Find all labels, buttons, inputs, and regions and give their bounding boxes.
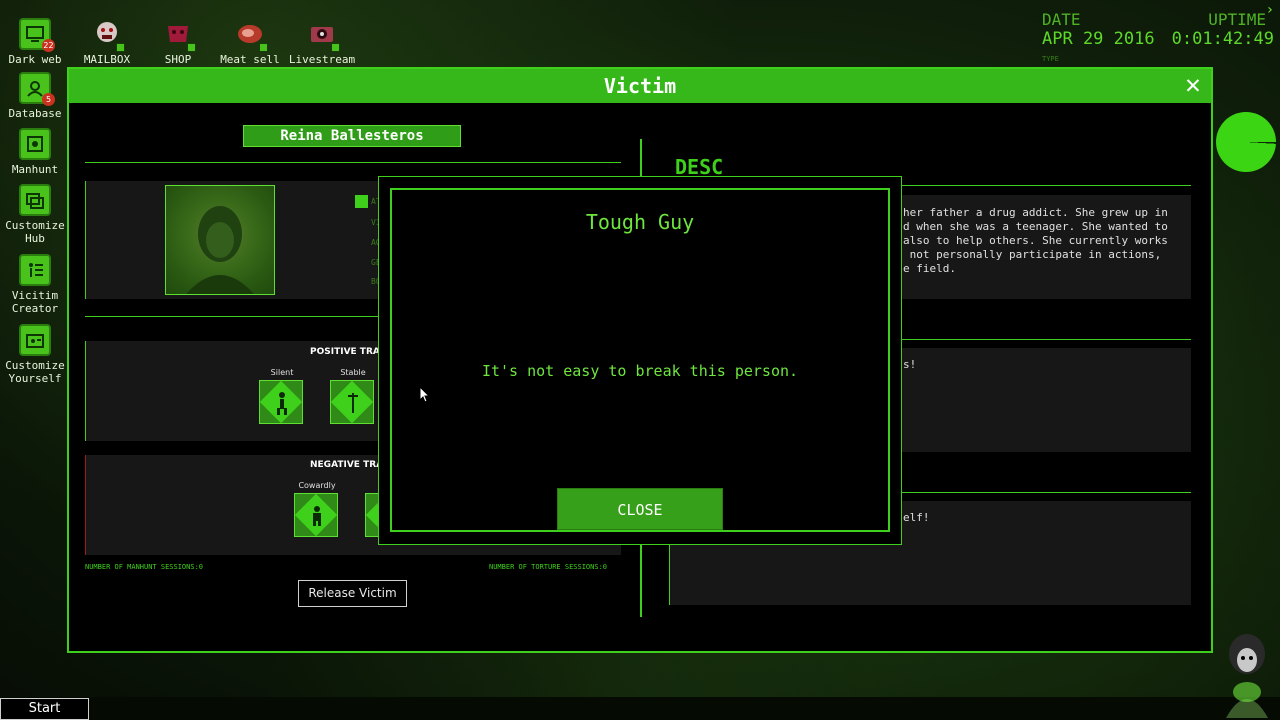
modal-message: It's not easy to break this person. [481,362,799,380]
desktop-icon-victim-creator[interactable]: Vicitim Creator [0,254,70,315]
badge-count: 5 [42,93,55,106]
chevron-right-icon[interactable]: › [1266,2,1274,18]
modal-close-button[interactable]: CLOSE [557,488,723,530]
desktop-icon-manhunt[interactable]: Manhunt [0,128,70,176]
shortcut-arrow-icon [259,43,268,52]
stat-indicator [355,195,368,208]
desktop-icon-meat-sell[interactable]: Meat sell [215,18,285,66]
desc-text: her father a drug addict. She grew up in… [903,206,1168,276]
trait-cowardly[interactable]: Cowardly [294,481,340,537]
stable-trait-icon [330,380,374,424]
cowardly-trait-icon [294,493,338,537]
manhunt-sessions-count: NUMBER OF MANHUNT SESSIONS:0 [85,563,204,571]
manhunt-icon [19,128,51,160]
close-icon[interactable]: ✕ [1181,72,1205,98]
database-icon: 5 [19,72,55,106]
mouse-cursor-icon [420,387,430,403]
uptime-value: 0:01:42:49 [1171,29,1274,49]
trait-modal: Tough Guy It's not easy to break this pe… [390,188,890,532]
modal-title: Tough Guy [585,210,695,234]
victim-creator-icon [19,254,51,286]
desktop-icon-customize-hub[interactable]: Customize Hub [0,184,70,245]
victim-name: Reina Ballesteros [243,125,461,147]
desktop-icon-label: Customize [5,219,65,232]
shortcut-arrow-icon [187,43,196,52]
desktop-icon-customize-yourself[interactable]: Customize Yourself [0,324,70,385]
desktop-icon-label: Hub [25,232,45,245]
trait-label: Cowardly [298,481,336,490]
skull-mascot-icon [1226,634,1268,718]
customize-yourself-icon [19,324,51,356]
trait-label: Silent [270,368,294,377]
desktop-icon-label: MAILBOX [83,53,131,66]
desktop-icon-shop[interactable]: SHOP [143,18,213,66]
desktop-icon-label: Creator [11,302,59,315]
desc-line: e field. [903,262,956,275]
panel-3-text: elf! [903,511,930,524]
trait-label: Stable [340,368,366,377]
desktop-icon-label: Livestream [288,53,356,66]
desktop-icon-dark-web[interactable]: 22 Dark web [0,18,70,66]
badge-count: 22 [42,39,55,52]
meat-icon [234,18,268,52]
customize-hub-icon [19,184,51,216]
trait-silent[interactable]: Silent [259,368,305,424]
desktop-icon-label: Customize [5,359,65,372]
desktop-icon-livestream[interactable]: Livestream [287,18,357,66]
taskbar [0,697,1280,720]
divider [85,181,86,299]
shop-icon [162,18,196,52]
positive-traits-title: POSITIVE TRAI [310,347,384,357]
desc-line: not personally participate in actions, [903,248,1162,261]
desktop-icon-label: Vicitim [11,289,59,302]
date-label: DATE [1042,10,1081,29]
date-uptime-clock: DATE UPTIME APR 29 2016 0:01:42:49 TYPE [1042,10,1274,63]
desktop-icon-label: Yourself [8,372,62,385]
mailbox-icon [91,18,125,52]
release-victim-button[interactable]: Release Victim [298,580,407,607]
victim-portrait [165,185,275,295]
type-label: TYPE [1042,55,1059,63]
desktop-icon-label: Manhunt [11,163,59,176]
trait-stable[interactable]: Stable [330,368,376,424]
divider [85,162,621,163]
desc-line: also to help others. She currently works [903,234,1168,247]
panel-2-text: s! [903,358,917,371]
start-button[interactable]: Start [0,698,89,720]
desktop-icon-label: Dark web [8,53,62,66]
status-pie-chart [1216,112,1276,172]
desc-line: her father a drug addict. She grew up in [903,206,1168,219]
desktop-icon-label: Database [8,107,62,120]
desktop-icon-label: SHOP [164,53,192,66]
negative-traits-title: NEGATIVE TRAI [310,460,387,470]
shortcut-arrow-icon [331,43,340,52]
desc-line: d when she was a teenager. She wanted to [903,220,1168,233]
camera-icon [306,18,340,52]
silent-trait-icon [259,380,303,424]
desktop-icon-database[interactable]: 5 Database [0,72,70,120]
desktop-icon-label: Meat sell [220,53,280,66]
shortcut-arrow-icon [116,43,125,52]
window-title: Victim [69,69,1211,103]
date-value: APR 29 2016 [1042,29,1155,49]
terminal-icon: 22 [19,18,55,52]
desktop-icon-mailbox[interactable]: MAILBOX [72,18,142,66]
torture-sessions-count: NUMBER OF TORTURE SESSIONS:0 [489,563,608,571]
uptime-label: UPTIME [1208,10,1266,29]
